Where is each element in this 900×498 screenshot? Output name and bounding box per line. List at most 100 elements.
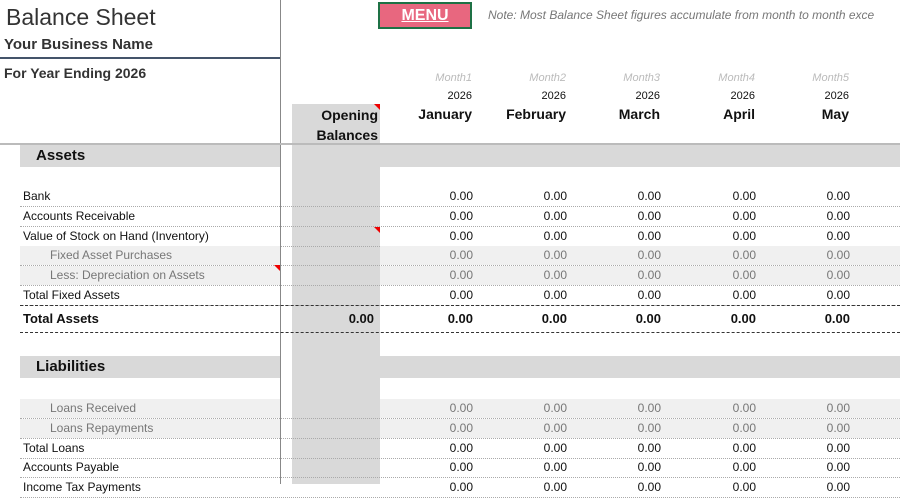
value-cell[interactable]: 0.00 [393,478,473,497]
month-header-m: Month3 [623,72,660,84]
value-cell[interactable]: 0.00 [770,266,850,285]
value-cell[interactable]: 0.00 [581,439,661,458]
value-cell[interactable]: 0.00 [581,227,661,246]
month-header-n: May [821,106,849,122]
value-cell[interactable]: 0.00 [581,458,661,477]
value-cell[interactable]: 0.00 [676,207,756,226]
value-cell[interactable]: 0.00 [393,439,473,458]
value-cell[interactable]: 0.00 [770,207,850,226]
value-cell[interactable]: 0.00 [676,419,756,438]
value-cell[interactable]: 0.00 [393,306,473,332]
row-label: Total Loans [23,441,85,455]
row-label: Fixed Asset Purchases [50,248,173,262]
value-cell[interactable]: 0.00 [581,399,661,418]
value-cell[interactable]: 0.00 [581,187,661,206]
comment-indicator-icon[interactable] [274,265,280,271]
value-cell[interactable]: 0.00 [581,478,661,497]
value-cell[interactable]: 0.00 [676,439,756,458]
value-cell[interactable]: 0.00 [487,266,567,285]
opening-cell[interactable]: 0.00 [294,306,374,332]
row-label: Total Assets [23,311,99,326]
table-row: Total Fixed Assets 0.00 0.00 0.00 0.00 0.00 [20,286,900,306]
month-header-y: 2026 [635,90,660,102]
value-cell[interactable]: 0.00 [676,266,756,285]
value-cell[interactable]: 0.00 [581,207,661,226]
table-row: Total Assets 0.00 0.00 0.00 0.00 0.00 0.00 [20,305,900,333]
value-cell[interactable]: 0.00 [581,266,661,285]
value-cell[interactable]: 0.00 [770,227,850,246]
value-cell[interactable]: 0.00 [581,306,661,332]
month-header-n: March [618,106,660,122]
value-cell[interactable]: 0.00 [676,227,756,246]
value-cell[interactable]: 0.00 [393,419,473,438]
value-cell[interactable]: 0.00 [393,246,473,265]
value-cell[interactable]: 0.00 [487,399,567,418]
row-label: Accounts Payable [23,460,120,474]
month-header-y: 2026 [447,90,472,102]
value-cell[interactable]: 0.00 [487,246,567,265]
value-cell[interactable]: 0.00 [770,439,850,458]
sheet-title: Balance Sheet [6,4,156,30]
value-cell[interactable]: 0.00 [487,286,567,305]
value-cell[interactable]: 0.00 [676,306,756,332]
value-cell[interactable]: 0.00 [676,286,756,305]
row-label: Income Tax Payments [23,480,141,494]
value-cell[interactable]: 0.00 [770,458,850,477]
value-cell[interactable]: 0.00 [770,187,850,206]
value-cell[interactable]: 0.00 [581,286,661,305]
value-cell[interactable]: 0.00 [770,246,850,265]
comment-indicator-icon[interactable] [374,227,380,233]
row-label: Accounts Receivable [23,209,136,223]
value-cell[interactable]: 0.00 [676,399,756,418]
business-name[interactable]: Your Business Name [4,36,153,53]
value-cell[interactable]: 0.00 [676,187,756,206]
value-cell[interactable]: 0.00 [393,266,473,285]
table-row: Loans Repayments 0.00 0.00 0.00 0.00 0.00 [20,419,900,439]
value-cell[interactable]: 0.00 [770,286,850,305]
table-row: Income Tax Payments 0.00 0.00 0.00 0.00 0.00 [20,478,900,498]
section-liabilities: Liabilities [20,356,280,378]
value-cell[interactable]: 0.00 [393,286,473,305]
value-cell[interactable]: 0.00 [393,458,473,477]
value-cell[interactable]: 0.00 [487,419,567,438]
divider [0,57,280,59]
value-cell[interactable]: 0.00 [770,478,850,497]
value-cell[interactable]: 0.00 [487,227,567,246]
value-cell[interactable]: 0.00 [770,306,850,332]
month-header-n: February [506,106,566,122]
value-cell[interactable]: 0.00 [676,246,756,265]
menu-button[interactable]: MENU [378,2,472,29]
month-header-n: January [418,106,472,122]
value-cell[interactable]: 0.00 [487,439,567,458]
value-cell[interactable]: 0.00 [393,227,473,246]
month-header-y: 2026 [730,90,755,102]
section-label: Assets [36,147,86,164]
month-header: Month1 2026 January [382,69,472,123]
value-cell[interactable]: 0.00 [676,478,756,497]
note-text: Note: Most Balance Sheet figures accumul… [488,8,875,22]
value-cell[interactable]: 0.00 [487,458,567,477]
month-header-m: Month4 [718,72,755,84]
table-row: Less: Depreciation on Assets 0.00 0.00 0.00… [20,266,900,286]
row-label: Total Fixed Assets [23,288,120,302]
value-cell[interactable]: 0.00 [487,478,567,497]
comment-indicator-icon[interactable] [374,104,380,110]
month-header: Month2 2026 February [476,69,566,123]
table-row: Bank 0.00 0.00 0.00 0.00 0.00 [20,187,900,207]
value-cell[interactable]: 0.00 [581,246,661,265]
value-cell[interactable]: 0.00 [393,399,473,418]
value-cell[interactable]: 0.00 [487,187,567,206]
month-header-y: 2026 [541,90,566,102]
month-header: Month5 2026 May [759,69,849,123]
value-cell[interactable]: 0.00 [676,458,756,477]
value-cell[interactable]: 0.00 [581,419,661,438]
value-cell[interactable]: 0.00 [487,306,567,332]
row-label: Less: Depreciation on Assets [50,268,205,282]
value-cell[interactable]: 0.00 [393,207,473,226]
value-cell[interactable]: 0.00 [393,187,473,206]
table-row: Loans Received 0.00 0.00 0.00 0.00 0.00 [20,399,900,419]
section-label: Liabilities [36,358,106,375]
value-cell[interactable]: 0.00 [487,207,567,226]
value-cell[interactable]: 0.00 [770,419,850,438]
value-cell[interactable]: 0.00 [770,399,850,418]
